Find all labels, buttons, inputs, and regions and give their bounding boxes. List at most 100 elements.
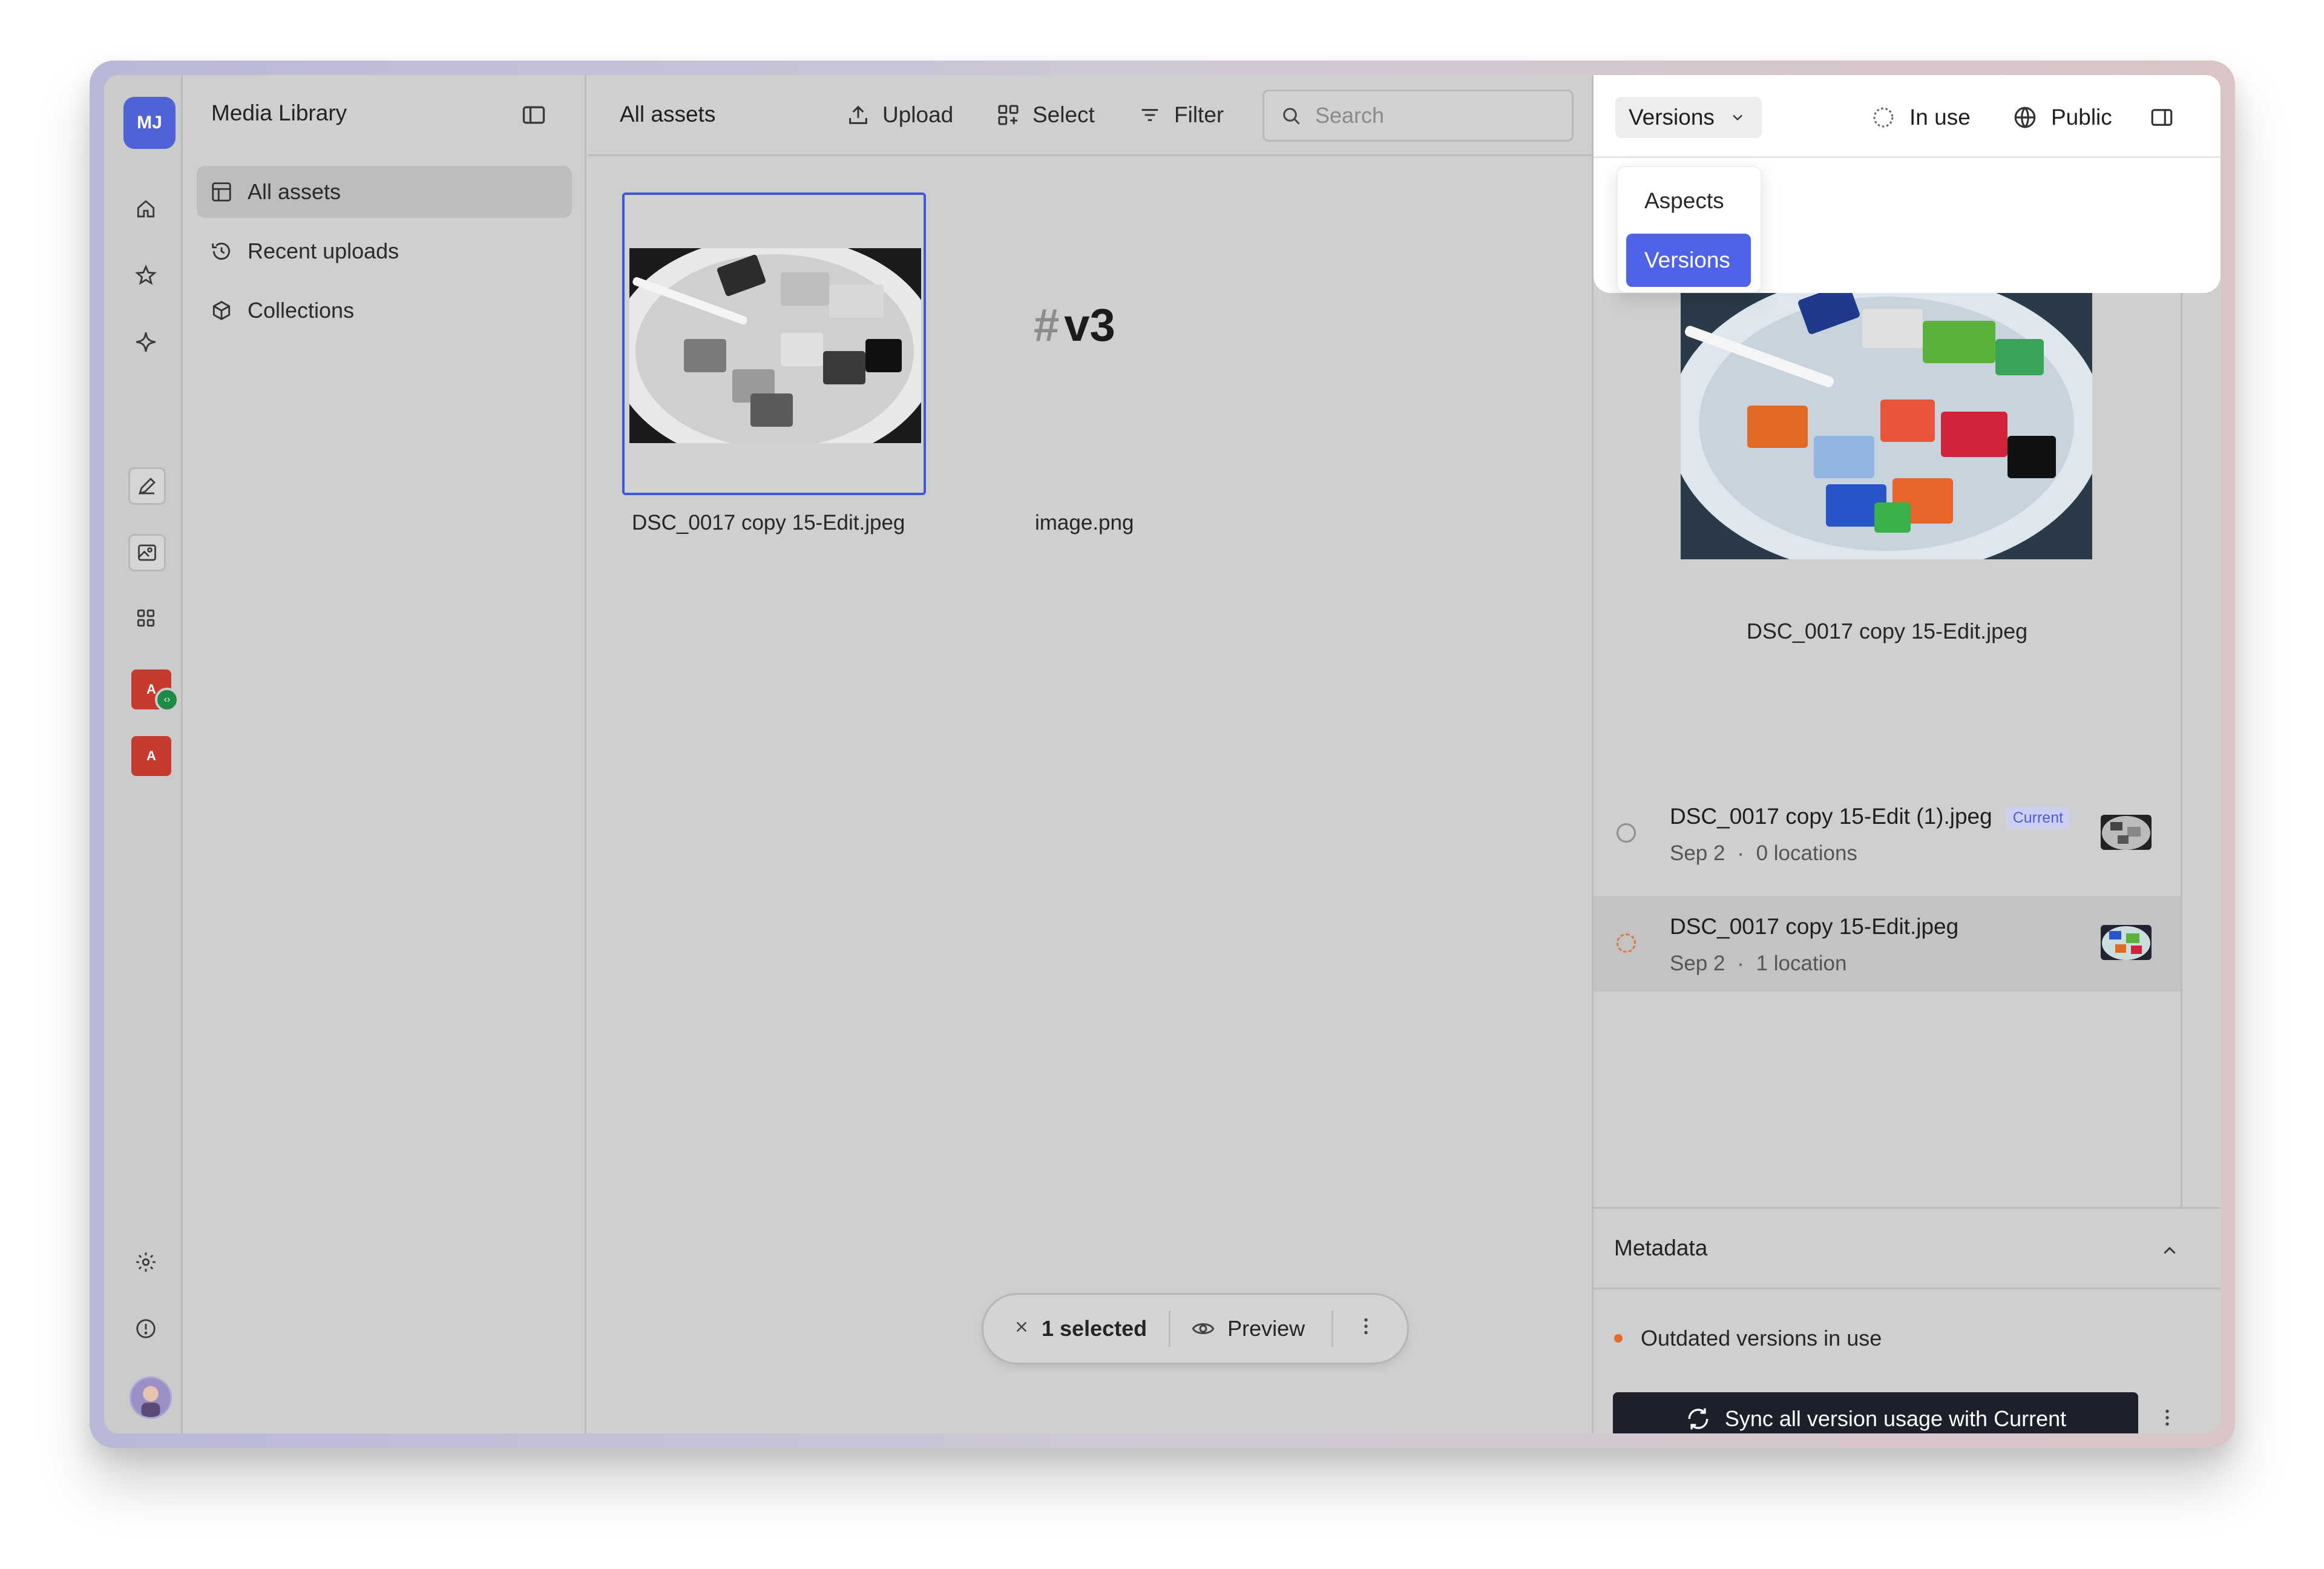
select-button[interactable]: Select (996, 97, 1095, 133)
globe-icon (2014, 107, 2036, 128)
preview-button[interactable]: Preview (1191, 1316, 1305, 1341)
history-icon (212, 242, 231, 260)
meta-separator: · (1737, 952, 1744, 975)
upload-button[interactable]: Upload (846, 97, 953, 133)
version-name: DSC_0017 copy 15-Edit.jpeg (1670, 914, 1958, 939)
view-dropdown-label: Versions (1629, 105, 1715, 130)
asset-tile-selected[interactable] (622, 192, 926, 495)
version-name: DSC_0017 copy 15-Edit (1).jpeg Current (1670, 804, 2071, 829)
version-row[interactable]: DSC_0017 copy 15-Edit.jpeg Sep 2 · 1 loc… (1594, 896, 2181, 992)
version-radio[interactable] (1617, 933, 1636, 953)
version-row[interactable]: DSC_0017 copy 15-Edit (1).jpeg Current Se… (1594, 786, 2181, 881)
preview-label: Preview (1227, 1316, 1305, 1341)
chevron-up-icon (2164, 1246, 2176, 1254)
filter-icon (1141, 109, 1158, 121)
version-date: Sep 2 (1670, 841, 1725, 865)
view-dropdown[interactable]: Versions (1615, 97, 1762, 138)
upload-icon (849, 105, 867, 124)
workspace-avatar[interactable]: MJ (123, 97, 176, 149)
panel-scrollbar[interactable] (2181, 293, 2182, 1207)
current-badge: Current (2005, 806, 2071, 829)
sidebar-item-recent-uploads[interactable]: Recent uploads (197, 225, 572, 277)
more-vertical-icon[interactable] (2156, 1404, 2181, 1433)
app-rail: MJ A ‹› A (104, 75, 183, 1433)
version-meta: Sep 2 · 0 locations (1670, 841, 1857, 866)
in-use-button[interactable]: In use (1871, 97, 1971, 138)
metadata-section-header[interactable]: Metadata (1594, 1207, 2221, 1289)
selection-bar: 1 selected Preview (982, 1293, 1409, 1364)
asset-name: image.png (1035, 511, 1134, 535)
star-icon[interactable] (127, 257, 165, 294)
divider (1169, 1311, 1171, 1347)
edit-icon[interactable] (128, 467, 166, 505)
toolbar: All assets Upload Select Filter Search (588, 75, 1592, 156)
details-panel: DSC_0017 copy 15-Edit.jpeg DSC_0017 copy… (1592, 75, 2221, 1433)
sidebar-item-label: Recent uploads (248, 238, 399, 263)
search-icon (1283, 108, 1300, 125)
help-icon[interactable] (127, 1310, 165, 1347)
sidebar-item-label: All assets (248, 179, 341, 204)
eye-icon (1192, 1323, 1215, 1334)
loading-circle-icon (1873, 107, 1894, 128)
sidebar-item-collections[interactable]: Collections (197, 285, 572, 337)
user-avatar[interactable] (130, 1377, 172, 1419)
search-input[interactable]: Search (1262, 90, 1574, 142)
app-window-inner: MJ A ‹› A Media Library All assets Recen… (104, 75, 2221, 1433)
code-badge-icon: ‹› (155, 688, 179, 712)
meta-separator: · (1737, 841, 1744, 865)
asset-preview-image (1669, 272, 2104, 575)
view-dropdown-menu: Aspects Versions (1617, 166, 1762, 293)
public-button[interactable]: Public (2012, 97, 2112, 138)
version-locations: 0 locations (1756, 841, 1857, 865)
select-label: Select (1032, 102, 1095, 127)
home-icon[interactable] (127, 190, 165, 228)
select-icon (998, 105, 1019, 125)
preview-filename: DSC_0017 copy 15-Edit.jpeg (1746, 619, 2028, 643)
in-use-label: In use (1909, 105, 1971, 130)
version-locations: 1 location (1756, 952, 1847, 975)
outdated-label: Outdated versions in use (1641, 1326, 1882, 1350)
app-icon-red-2[interactable]: A (131, 736, 171, 776)
sidebar-item-all-assets[interactable]: All assets (197, 166, 572, 218)
cube-icon (212, 301, 231, 320)
app-window: MJ A ‹› A Media Library All assets Recen… (90, 61, 2235, 1448)
dropdown-option-versions[interactable]: Versions (1626, 234, 1751, 287)
chevron-down-icon (1733, 114, 1742, 121)
dropdown-option-aspects[interactable]: Aspects (1626, 174, 1751, 228)
sidebar-title: Media Library (211, 100, 347, 125)
hash-icon: # (1034, 300, 1060, 351)
version-thumbnail (2101, 925, 2152, 960)
grid-icon[interactable] (127, 599, 165, 637)
panel-header: Versions In use Public Aspects Versions (1594, 75, 2221, 293)
version-radio[interactable] (1617, 823, 1636, 843)
more-vertical-icon[interactable] (1355, 1314, 1377, 1344)
version-filename: DSC_0017 copy 15-Edit.jpeg (1670, 914, 1959, 939)
version-date: Sep 2 (1670, 952, 1725, 975)
sidebar-item-label: Collections (248, 298, 355, 323)
sidebar-toggle-icon[interactable] (520, 102, 547, 128)
search-placeholder: Search (1315, 103, 1385, 128)
filter-label: Filter (1174, 102, 1224, 127)
divider (1331, 1311, 1334, 1347)
asset-name: DSC_0017 copy 15-Edit.jpeg (632, 511, 905, 535)
settings-icon[interactable] (127, 1243, 165, 1281)
sparkle-icon[interactable] (127, 323, 165, 361)
close-icon[interactable] (1013, 1316, 1033, 1341)
asset-version-tag[interactable]: # v3 (1034, 299, 1115, 352)
warning-dot-icon (1614, 1334, 1623, 1343)
panel-toggle-icon[interactable] (2149, 97, 2188, 138)
metadata-title: Metadata (1614, 1235, 1708, 1260)
asset-thumbnail-grayscale (629, 248, 921, 443)
image-icon[interactable] (128, 534, 166, 571)
filter-button[interactable]: Filter (1138, 97, 1224, 133)
version-filename: DSC_0017 copy 15-Edit (1).jpeg (1670, 804, 1992, 829)
sync-versions-button[interactable]: Sync all version usage with Current (1613, 1392, 2138, 1433)
header-divider (1594, 156, 2221, 158)
version-thumbnail (2101, 815, 2152, 850)
grid-icon (212, 182, 231, 202)
sync-label: Sync all version usage with Current (1724, 1406, 2067, 1431)
upload-label: Upload (882, 102, 954, 127)
page-title: All assets (620, 102, 716, 127)
sync-icon (1688, 1408, 1709, 1430)
main-content: All assets Upload Select Filter Search D… (588, 75, 1592, 1433)
